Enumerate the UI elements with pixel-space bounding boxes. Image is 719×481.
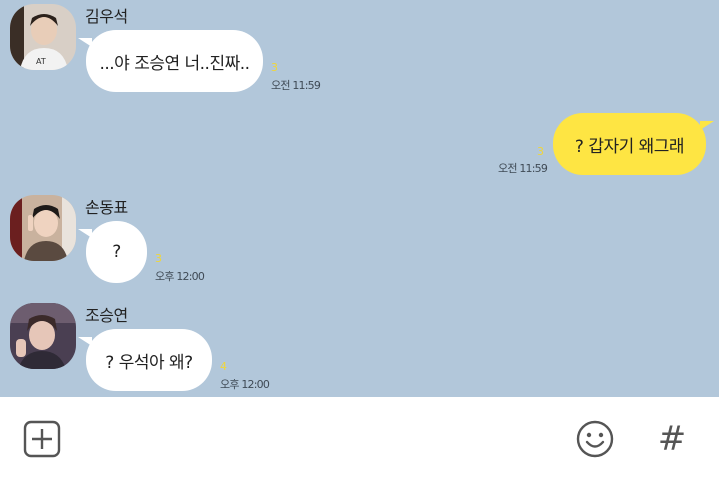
hashtag-glyph: #	[657, 419, 687, 459]
message-bubble[interactable]: ? 우석아 왜?	[78, 329, 212, 391]
sender-name: 손동표	[85, 198, 128, 217]
unread-count: 3	[271, 61, 278, 74]
unread-count: 4	[220, 360, 227, 373]
avatar[interactable]: AT	[10, 4, 76, 70]
message-bubble[interactable]: ...야 조승연 너..진짜..	[78, 30, 263, 92]
unread-count: 3	[155, 252, 162, 265]
svg-text:AT: AT	[36, 57, 46, 66]
sender-name: 김우석	[85, 7, 128, 26]
avatar[interactable]	[10, 303, 76, 369]
emoji-icon[interactable]	[575, 419, 615, 459]
hashtag-icon[interactable]: #	[652, 419, 692, 459]
plus-square-icon[interactable]	[22, 419, 62, 459]
avatar[interactable]	[10, 195, 76, 261]
message-time: 오전 11:59	[498, 162, 548, 175]
unread-count: 3	[537, 145, 544, 158]
message-time: 오후 12:00	[220, 378, 270, 391]
chat-area[interactable]: AT 김우석 ...야 조승연 너..진짜.. 3 오전 11:59 ? 갑자기…	[0, 0, 719, 397]
message-bubble[interactable]: ?	[78, 221, 147, 283]
message-input-bar[interactable]: #	[0, 397, 719, 481]
message-time: 오전 11:59	[271, 79, 321, 92]
sender-name: 조승연	[85, 306, 128, 325]
message-bubble[interactable]: ? 갑자기 왜그래	[553, 113, 714, 175]
message-time: 오후 12:00	[155, 270, 205, 283]
